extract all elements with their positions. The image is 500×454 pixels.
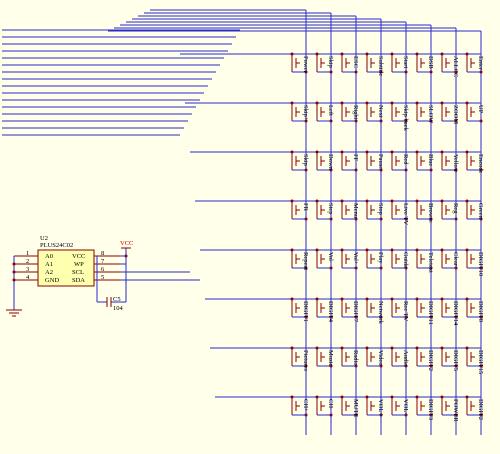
key-label: Guide (402, 252, 409, 268)
key-label: VOL+ (377, 399, 384, 416)
key-label: Teletext (427, 252, 434, 273)
pin-a0-name: A0 (45, 253, 53, 260)
key-label: Pictures (302, 350, 309, 371)
key-label: Play (377, 252, 384, 264)
key-label: Radio (352, 350, 359, 366)
cap-ref: C5 (113, 296, 121, 303)
pin-sda-name: SDA (72, 277, 85, 284)
key-label: DIGIT4 (327, 301, 334, 323)
key-label: Repeat (302, 252, 309, 270)
key-label: Next (377, 105, 384, 118)
key-label: VOL- (402, 399, 409, 415)
key-label: MUTE (352, 399, 359, 417)
pin-a1-name: A1 (45, 261, 53, 268)
key-label: Network (377, 301, 384, 324)
key-label: Stop (377, 203, 384, 215)
key-label: DIGIT14 (452, 301, 459, 326)
key-label: DIGIT1 (302, 301, 309, 322)
key-label: Browse (427, 203, 434, 223)
key-label: POWER (452, 399, 459, 422)
key-label: FR (302, 203, 309, 212)
key-label: UP (477, 105, 484, 114)
key-label: Blue (427, 154, 434, 166)
key-label: DSB (427, 56, 434, 69)
key-label: Right (352, 105, 359, 120)
key-label: Rec TV (402, 301, 409, 322)
cap-value: 104 (113, 305, 124, 312)
key-labels: Power Skip ESC Subtitle Start DSB ALLCC Enter Sk… (302, 56, 484, 422)
key-label: Step (327, 203, 334, 215)
key-label: Down (327, 154, 334, 171)
key-label: Menu (352, 203, 359, 219)
key-label: Music (327, 350, 334, 366)
ic-part: PLUS24C02 (40, 242, 73, 249)
eeprom-ic: U2 PLUS24C02 A0 A1 A2 GND 1 2 3 4 VCC WP… (6, 235, 200, 317)
key-label: Reg (452, 203, 459, 214)
pin-wp-name: WP (74, 261, 84, 268)
vcc-label: VCC (120, 240, 133, 247)
key-label: Enter (477, 56, 484, 71)
ground-symbol (6, 309, 22, 317)
key-label: Clear (452, 252, 459, 267)
key-label: DIGIT2 (477, 399, 484, 420)
key-label: CH- (327, 399, 334, 410)
key-label: DIGIT11 (427, 301, 434, 325)
pin-gnd-name: GND (45, 277, 59, 284)
key-label: Green (477, 203, 484, 220)
key-label: SLOW (427, 105, 434, 124)
key-label: FF (352, 154, 359, 162)
ic-ref: U2 (40, 235, 48, 242)
key-label: Vol+ (352, 252, 359, 265)
key-label: DIGIT7 (352, 301, 359, 323)
key-label: Video (377, 350, 384, 366)
schematic-sheet: U2 PLUS24C02 A0 A1 A2 GND 1 2 3 4 VCC WP… (0, 0, 500, 454)
pin-8-num: 8 (101, 250, 104, 257)
key-label: DIGIT2 (427, 350, 434, 371)
key-label: CH+ (302, 399, 309, 412)
pin-scl-name: SCL (72, 269, 84, 276)
key-label: Power (302, 56, 309, 73)
key-label: Start (402, 56, 409, 68)
pin-a2-name: A2 (45, 269, 53, 276)
pin-1-num: 1 (26, 250, 29, 257)
key-label: Vol- (327, 252, 334, 263)
key-label: DIGIT15 (477, 350, 484, 374)
key-label: Pause (377, 154, 384, 169)
key-label: Skip+ (302, 105, 309, 121)
key-label: DIGIT8 (477, 301, 484, 322)
key-label: Encode (477, 154, 484, 174)
key-label: ZOOM (452, 105, 459, 124)
key-label: Skip- (302, 154, 309, 168)
pin-3-num: 3 (26, 266, 29, 273)
key-label: ALLCC (452, 56, 459, 77)
key-label: Live TV (402, 203, 409, 225)
key-label: DIGIT5 (452, 350, 459, 371)
key-label: DIGIT10 (477, 252, 484, 276)
key-label: Subtitle (377, 56, 384, 76)
key-label: Left (327, 105, 334, 116)
pin-5-num: 5 (101, 274, 104, 281)
key-label: Yellow (452, 154, 459, 173)
key-label: Skip (327, 56, 334, 68)
pin-2-num: 2 (26, 258, 29, 265)
key-label: DIGIT3 (427, 399, 434, 420)
key-label: ESC (352, 56, 359, 68)
key-label: Red (402, 154, 409, 165)
key-label: Skip back (402, 105, 409, 132)
pin-vcc-name: VCC (72, 253, 85, 260)
keypad-schematic: U2 PLUS24C02 A0 A1 A2 GND 1 2 3 4 VCC WP… (2, 9, 484, 435)
key-label: Audio (402, 350, 409, 366)
